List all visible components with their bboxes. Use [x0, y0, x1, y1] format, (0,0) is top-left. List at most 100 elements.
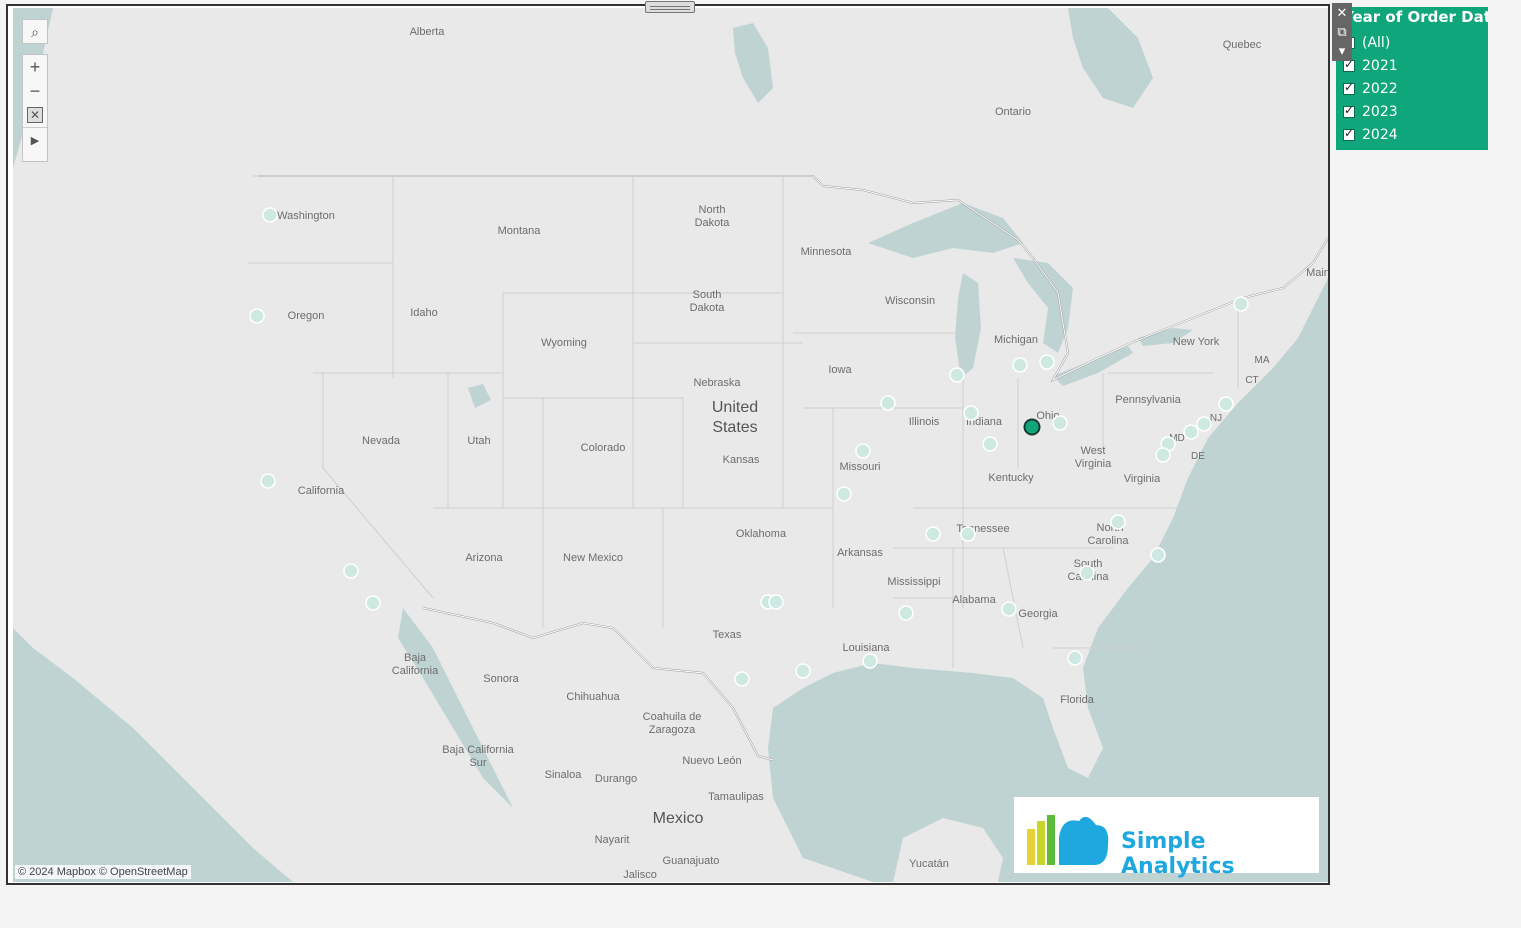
filter-option-2024[interactable]: 2024 [1343, 125, 1398, 145]
checkbox-icon[interactable] [1343, 57, 1355, 72]
label-north-dakota-2: Dakota [695, 217, 731, 229]
point-seattle[interactable] [262, 207, 278, 223]
point-philadelphia[interactable] [1196, 416, 1212, 432]
checkbox-icon[interactable] [1343, 80, 1355, 95]
label-alberta: Alberta [410, 26, 446, 38]
point-chicago[interactable] [949, 367, 965, 383]
point-wilmington[interactable] [1183, 424, 1199, 440]
filter-option-2022[interactable]: 2022 [1343, 79, 1398, 99]
expand-tools-icon[interactable]: ▶ [23, 127, 47, 152]
point-detroit[interactable] [1012, 357, 1028, 373]
label-illinois: Illinois [909, 416, 940, 428]
label-wyoming: Wyoming [541, 337, 587, 349]
point-atlanta[interactable] [1001, 601, 1017, 617]
point-missouri[interactable] [855, 443, 871, 459]
label-texas: Texas [713, 629, 742, 641]
point-iowa-city[interactable] [880, 395, 896, 411]
point-new-orleans[interactable] [862, 653, 878, 669]
point-memphis[interactable] [925, 526, 941, 542]
point-san-diego[interactable] [365, 595, 381, 611]
map-search-control[interactable]: ⌕ [22, 19, 48, 44]
label-iowa: Iowa [828, 364, 852, 376]
point-vermont[interactable] [1233, 296, 1249, 312]
zoom-in-icon[interactable]: + [23, 55, 47, 79]
filter-option-label: (All) [1362, 35, 1391, 51]
label-nj: NJ [1210, 413, 1222, 424]
point-new-york[interactable] [1218, 396, 1234, 412]
point-wilmington-nc[interactable] [1150, 547, 1166, 563]
label-oklahoma: Oklahoma [736, 528, 787, 540]
map-attribution[interactable]: © 2024 Mapbox © OpenStreetMap [15, 865, 191, 879]
label-nevada: Nevada [362, 435, 401, 447]
label-baja-sur-1: Baja California [442, 744, 514, 756]
reset-map-icon[interactable]: ✕ [23, 103, 47, 127]
label-idaho: Idaho [410, 307, 438, 319]
point-washington-dc[interactable] [1155, 447, 1171, 463]
label-sonora: Sonora [483, 673, 519, 685]
checkbox-icon[interactable] [1343, 126, 1355, 141]
point-san-francisco[interactable] [260, 473, 276, 489]
point-raleigh[interactable] [1110, 514, 1126, 530]
zoom-out-icon[interactable]: − [23, 79, 47, 103]
label-united-1: United [712, 399, 758, 416]
point-jacksonville[interactable] [1067, 650, 1083, 666]
filter-option-label: 2021 [1362, 58, 1398, 74]
point-selected-ohio[interactable] [1023, 418, 1041, 436]
label-de: DE [1191, 451, 1205, 462]
point-san-antonio[interactable] [734, 671, 750, 687]
filter-title: Year of Order Date [1343, 8, 1488, 26]
label-ma: MA [1255, 355, 1270, 366]
label-north-dakota-1: North [699, 204, 726, 216]
point-indianapolis[interactable] [963, 405, 979, 421]
label-minnesota: Minnesota [801, 246, 853, 258]
point-toledo[interactable] [1039, 354, 1055, 370]
point-houston[interactable] [795, 663, 811, 679]
point-louisville[interactable] [982, 436, 998, 452]
logo-icon [1027, 815, 1109, 865]
label-mexico: Mexico [653, 810, 704, 827]
label-new-mexico: New Mexico [563, 552, 623, 564]
label-chihuahua: Chihuahua [566, 691, 620, 703]
point-los-angeles[interactable] [343, 563, 359, 579]
point-fort-worth[interactable] [768, 594, 784, 610]
point-columbus[interactable] [1052, 415, 1068, 431]
label-oregon: Oregon [288, 310, 325, 322]
filter-option-2023[interactable]: 2023 [1343, 102, 1398, 122]
label-north-carolina-2: Carolina [1088, 535, 1130, 547]
filter-option-label: 2024 [1362, 127, 1398, 143]
filter-caption-toolbar: ✕ ⧉ ▾ [1332, 3, 1352, 61]
point-columbia[interactable] [1079, 565, 1095, 581]
point-springfield[interactable] [836, 486, 852, 502]
filter-option-label: 2023 [1362, 104, 1398, 120]
label-west-virginia-2: Virginia [1075, 458, 1112, 470]
label-baja-sur-2: Sur [469, 757, 486, 769]
label-yucatan: Yucatán [909, 858, 949, 870]
label-ct: CT [1245, 375, 1258, 386]
resize-handle[interactable] [645, 1, 695, 13]
point-oregon[interactable] [249, 308, 265, 324]
popout-icon[interactable]: ⧉ [1332, 22, 1352, 41]
close-icon[interactable]: ✕ [1332, 3, 1352, 22]
label-nebraska: Nebraska [693, 377, 741, 389]
point-jackson[interactable] [898, 605, 914, 621]
label-pennsylvania: Pennsylvania [1115, 394, 1181, 406]
search-icon[interactable]: ⌕ [23, 20, 47, 44]
label-michigan: Michigan [994, 334, 1038, 346]
label-georgia: Georgia [1018, 608, 1058, 620]
dropdown-icon[interactable]: ▾ [1332, 41, 1352, 60]
label-coahuila-1: Coahuila de [643, 711, 702, 723]
label-montana: Montana [498, 225, 542, 237]
label-colorado: Colorado [581, 442, 626, 454]
checkbox-icon[interactable] [1343, 103, 1355, 118]
label-jalisco: Jalisco [623, 869, 657, 881]
label-nayarit: Nayarit [595, 834, 630, 846]
label-ontario: Ontario [995, 106, 1031, 118]
map-canvas[interactable]: Alberta Quebec Ontario Washington Montan… [13, 8, 1328, 882]
year-filter-panel: Year of Order Date (All) 2021 2022 2023 … [1336, 7, 1488, 150]
logo-text: Simple Analytics [1121, 829, 1235, 879]
label-kentucky: Kentucky [988, 472, 1034, 484]
label-south-dakota-2: Dakota [690, 302, 726, 314]
label-quebec: Quebec [1223, 39, 1262, 51]
logo-panel: Simple Analytics [1014, 797, 1319, 879]
point-nashville[interactable] [960, 526, 976, 542]
